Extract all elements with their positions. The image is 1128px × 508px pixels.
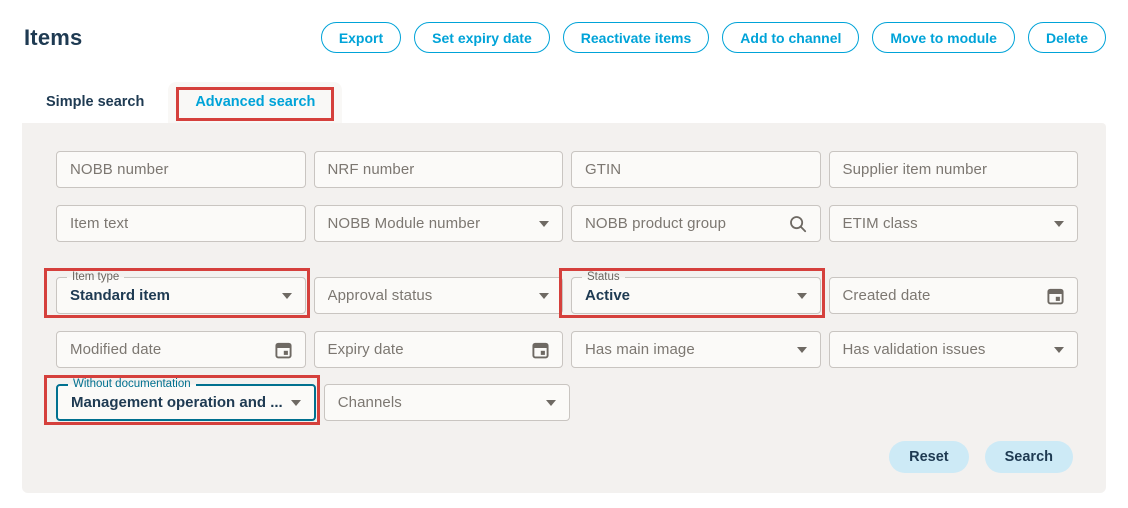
form-cell: Expiry date	[314, 331, 564, 368]
field-without-documentation[interactable]: Without documentationManagement operatio…	[56, 384, 316, 421]
calendar-icon	[275, 341, 292, 359]
form-cell: Item typeStandard item	[56, 277, 306, 314]
search-icon-button[interactable]	[789, 215, 807, 233]
field-placeholder: NOBB product group	[585, 215, 726, 232]
tab-advanced-search[interactable]: Advanced search	[168, 82, 342, 123]
form-cell: ETIM class	[829, 205, 1079, 242]
form-cell: Without documentationManagement operatio…	[56, 384, 316, 421]
search-form: NOBB number NRF number GTIN Supplier item n…	[56, 151, 1078, 421]
field-modified-date[interactable]: Modified date	[56, 331, 306, 368]
chevron-down-icon	[546, 400, 556, 406]
form-cell: Approval status	[314, 277, 564, 314]
form-cell: Supplier item number	[829, 151, 1079, 188]
tab-simple-search[interactable]: Simple search	[22, 82, 168, 123]
field-nobb-product-group[interactable]: NOBB product group	[571, 205, 821, 242]
field-label: Item type	[67, 270, 124, 285]
export-button[interactable]: Export	[321, 22, 401, 53]
chevron-down-icon	[1054, 347, 1064, 353]
set-expiry-date-button[interactable]: Set expiry date	[414, 22, 550, 53]
field-placeholder: NOBB number	[70, 161, 169, 178]
chevron-down-icon	[797, 293, 807, 299]
form-cell: Channels	[324, 384, 570, 421]
field-channels[interactable]: Channels	[324, 384, 570, 421]
form-cell: StatusActive	[571, 277, 821, 314]
tab-bar: Simple search Advanced search	[22, 82, 1128, 123]
field-nobb-module-number[interactable]: NOBB Module number	[314, 205, 564, 242]
field-approval-status[interactable]: Approval status	[314, 277, 564, 314]
field-placeholder: Has main image	[585, 341, 695, 358]
field-placeholder: GTIN	[585, 161, 621, 178]
field-has-validation-issues[interactable]: Has validation issues	[829, 331, 1079, 368]
tab-label: Simple search	[46, 94, 144, 110]
field-item-type[interactable]: Item typeStandard item	[56, 277, 306, 314]
reactivate-items-button[interactable]: Reactivate items	[563, 22, 710, 53]
search-icon	[789, 215, 807, 233]
field-value: Standard item	[70, 287, 170, 304]
field-expiry-date[interactable]: Expiry date	[314, 331, 564, 368]
field-placeholder: Expiry date	[328, 341, 404, 358]
advanced-search-panel: NOBB number NRF number GTIN Supplier item n…	[22, 123, 1106, 493]
field-placeholder: Created date	[843, 287, 931, 304]
field-placeholder: Supplier item number	[843, 161, 988, 178]
field-placeholder: Channels	[338, 394, 402, 411]
form-cell: NOBB product group	[571, 205, 821, 242]
field-placeholder: Item text	[70, 215, 128, 232]
form-cell: Modified date	[56, 331, 306, 368]
chevron-down-icon	[282, 293, 292, 299]
field-nobb-number[interactable]: NOBB number	[56, 151, 306, 188]
field-item-text[interactable]: Item text	[56, 205, 306, 242]
calendar-icon-button[interactable]	[275, 341, 292, 359]
calendar-icon	[532, 341, 549, 359]
field-status[interactable]: StatusActive	[571, 277, 821, 314]
calendar-icon	[1047, 287, 1064, 305]
field-placeholder: NOBB Module number	[328, 215, 481, 232]
form-cell: NOBB number	[56, 151, 306, 188]
calendar-icon-button[interactable]	[532, 341, 549, 359]
field-placeholder: Approval status	[328, 287, 433, 304]
form-cell: Has main image	[571, 331, 821, 368]
field-label: Without documentation	[68, 377, 196, 392]
add-to-channel-button[interactable]: Add to channel	[722, 22, 859, 53]
chevron-down-icon	[797, 347, 807, 353]
field-supplier-item-number[interactable]: Supplier item number	[829, 151, 1079, 188]
form-cell: Has validation issues	[829, 331, 1079, 368]
field-placeholder: Has validation issues	[843, 341, 986, 358]
field-created-date[interactable]: Created date	[829, 277, 1079, 314]
move-to-module-button[interactable]: Move to module	[872, 22, 1015, 53]
form-row: Item typeStandard item Approval status Sta…	[56, 277, 1078, 314]
page-header: Items Export Set expiry date Reactivate it…	[0, 0, 1128, 53]
toolbar: Export Set expiry date Reactivate items Add…	[321, 22, 1106, 53]
form-cell: GTIN	[571, 151, 821, 188]
chevron-down-icon	[291, 400, 301, 406]
form-cell: Item text	[56, 205, 306, 242]
tab-label: Advanced search	[195, 94, 315, 110]
form-cell: Created date	[829, 277, 1079, 314]
field-placeholder: NRF number	[328, 161, 415, 178]
form-cell: NRF number	[314, 151, 564, 188]
page-title: Items	[24, 25, 82, 51]
form-row: Without documentationManagement operatio…	[56, 384, 1078, 421]
field-nrf-number[interactable]: NRF number	[314, 151, 564, 188]
field-gtin[interactable]: GTIN	[571, 151, 821, 188]
form-row: NOBB number NRF number GTIN Supplier item n…	[56, 151, 1078, 188]
field-value: Active	[585, 287, 630, 304]
chevron-down-icon	[1054, 221, 1064, 227]
field-placeholder: ETIM class	[843, 215, 918, 232]
calendar-icon-button[interactable]	[1047, 287, 1064, 305]
field-has-main-image[interactable]: Has main image	[571, 331, 821, 368]
form-row: Modified date Expiry date Has main image Ha…	[56, 331, 1078, 368]
reset-button[interactable]: Reset	[889, 441, 969, 473]
delete-button[interactable]: Delete	[1028, 22, 1106, 53]
field-label: Status	[582, 270, 625, 285]
panel-actions: Reset Search	[56, 441, 1078, 473]
chevron-down-icon	[539, 293, 549, 299]
field-etim-class[interactable]: ETIM class	[829, 205, 1079, 242]
search-button[interactable]: Search	[985, 441, 1073, 473]
field-placeholder: Modified date	[70, 341, 161, 358]
form-row: Item text NOBB Module number NOBB product …	[56, 205, 1078, 242]
field-value: Management operation and ...	[71, 394, 283, 411]
chevron-down-icon	[539, 221, 549, 227]
form-cell: NOBB Module number	[314, 205, 564, 242]
